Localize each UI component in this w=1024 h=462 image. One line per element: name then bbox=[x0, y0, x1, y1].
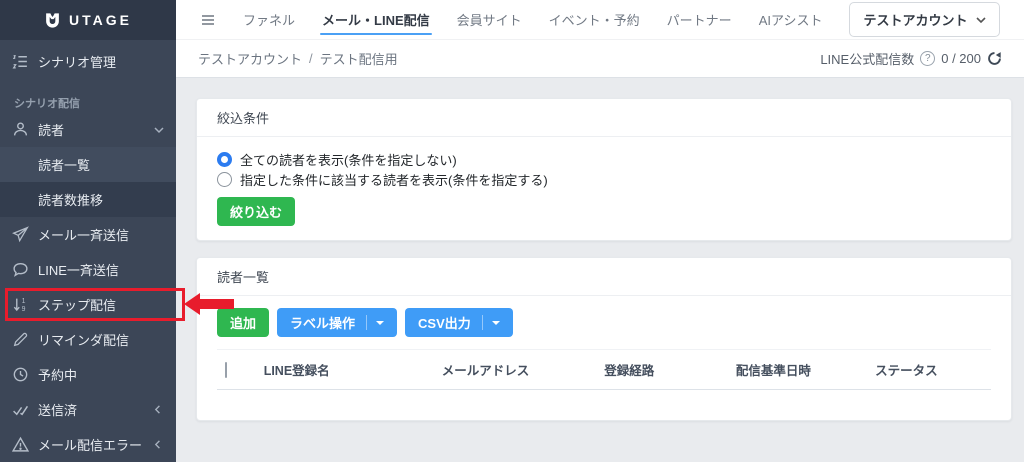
sidebar-item-mail-delivery-error[interactable]: メール配信エラー bbox=[0, 427, 176, 462]
sidebar-item-mail-broadcast[interactable]: メール一斉送信 bbox=[0, 217, 176, 252]
sidebar: UTAGE シナリオ管理 シナリオ配信 読者 読者一覧 読者数推移 bbox=[0, 0, 176, 462]
sidebar-item-scheduled[interactable]: 予約中 bbox=[0, 357, 176, 392]
table-header-row: LINE登録名 メールアドレス 登録経路 配信基準日時 ステータス bbox=[217, 350, 991, 390]
line-quota: LINE公式配信数 0 / 200 bbox=[820, 49, 1002, 68]
radio-all-readers[interactable]: 全ての読者を表示(条件を指定しない) bbox=[217, 149, 991, 169]
readers-panel: 読者一覧 追加 ラベル操作 CSV出力 bbox=[196, 257, 1012, 421]
caret-down-icon bbox=[376, 321, 384, 325]
sidebar-item-label: リマインダ配信 bbox=[38, 330, 129, 349]
sidebar-item-line-broadcast[interactable]: LINE一斉送信 bbox=[0, 252, 176, 287]
quota-value: 0 / 200 bbox=[941, 51, 981, 66]
sidebar-item-step-delivery[interactable]: 1 9 ステップ配信 bbox=[0, 287, 176, 322]
tab-ai-assist[interactable]: AIアシスト bbox=[759, 0, 823, 40]
tab-funnel[interactable]: ファネル bbox=[243, 0, 295, 40]
refresh-icon[interactable] bbox=[987, 51, 1002, 66]
breadcrumb-current: テスト配信用 bbox=[320, 49, 398, 68]
hamburger-icon[interactable] bbox=[200, 12, 216, 28]
top-navbar: ファネル メール・LINE配信 会員サイト イベント・予約 パートナー AIアシ… bbox=[176, 0, 1024, 40]
tab-event-booking[interactable]: イベント・予約 bbox=[549, 0, 640, 40]
sidebar-item-label: メール配信エラー bbox=[38, 435, 142, 454]
filter-panel-title: 絞込条件 bbox=[197, 99, 1011, 137]
radio-icon[interactable] bbox=[217, 152, 232, 167]
sidebar-item-label: ステップ配信 bbox=[38, 295, 116, 314]
filter-panel: 絞込条件 全ての読者を表示(条件を指定しない) 指定した条件に該当する読者を表示… bbox=[196, 98, 1012, 241]
send-icon bbox=[12, 226, 29, 243]
ordered-list-icon bbox=[12, 53, 29, 70]
label-operations-dropdown-button[interactable]: ラベル操作 bbox=[277, 308, 397, 337]
radio-filtered-readers[interactable]: 指定した条件に該当する読者を表示(条件を指定する) bbox=[217, 169, 991, 189]
col-email: メールアドレス bbox=[434, 350, 597, 390]
chevron-down-icon bbox=[154, 125, 164, 135]
user-icon bbox=[12, 121, 29, 138]
chat-bubble-icon bbox=[12, 261, 29, 278]
pencil-icon bbox=[12, 331, 29, 348]
radio-label: 全ての読者を表示(条件を指定しない) bbox=[240, 150, 457, 169]
sidebar-section-label: シナリオ配信 bbox=[0, 82, 176, 112]
account-name: テストアカウント bbox=[863, 10, 967, 29]
sidebar-item-label: シナリオ管理 bbox=[38, 52, 116, 71]
svg-text:1: 1 bbox=[22, 298, 26, 305]
add-reader-button[interactable]: 追加 bbox=[217, 308, 269, 337]
radio-label: 指定した条件に該当する読者を表示(条件を指定する) bbox=[240, 170, 548, 189]
col-status: ステータス bbox=[867, 350, 991, 390]
split-divider bbox=[366, 315, 367, 330]
tab-mail-line-delivery[interactable]: メール・LINE配信 bbox=[322, 0, 430, 40]
warning-icon bbox=[12, 436, 29, 453]
help-icon[interactable] bbox=[920, 51, 935, 66]
utage-logo-icon bbox=[44, 12, 61, 29]
sidebar-item-label: 予約中 bbox=[38, 365, 77, 384]
breadcrumb-account[interactable]: テストアカウント bbox=[198, 49, 302, 68]
account-dropdown-button[interactable]: テストアカウント bbox=[849, 2, 1000, 37]
sidebar-item-sent[interactable]: 送信済 bbox=[0, 392, 176, 427]
sidebar-item-label: 読者 bbox=[38, 120, 64, 139]
button-label: ラベル操作 bbox=[290, 313, 355, 332]
sidebar-item-label: メール一斉送信 bbox=[38, 225, 129, 244]
filter-submit-button[interactable]: 絞り込む bbox=[217, 197, 295, 226]
sidebar-item-scenario-management[interactable]: シナリオ管理 bbox=[0, 40, 176, 82]
logo: UTAGE bbox=[0, 0, 176, 40]
radio-icon[interactable] bbox=[217, 172, 232, 187]
sidebar-item-reminder-delivery[interactable]: リマインダ配信 bbox=[0, 322, 176, 357]
readers-toolbar: 追加 ラベル操作 CSV出力 bbox=[217, 308, 991, 337]
chevron-left-icon bbox=[154, 405, 164, 415]
col-registration-route: 登録経路 bbox=[596, 350, 728, 390]
sidebar-item-reader-count-trend[interactable]: 読者数推移 bbox=[0, 182, 176, 217]
readers-table: LINE登録名 メールアドレス 登録経路 配信基準日時 ステータス bbox=[217, 349, 991, 420]
svg-text:9: 9 bbox=[22, 306, 26, 313]
sort-numeric-icon: 1 9 bbox=[12, 296, 29, 313]
sidebar-item-label: LINE一斉送信 bbox=[38, 260, 119, 279]
logo-text: UTAGE bbox=[69, 12, 132, 28]
sidebar-item-readers[interactable]: 読者 bbox=[0, 112, 176, 147]
tab-member-site[interactable]: 会員サイト bbox=[457, 0, 522, 40]
select-all-checkbox[interactable] bbox=[225, 362, 227, 378]
breadcrumb-separator: / bbox=[309, 51, 313, 66]
split-divider bbox=[482, 315, 483, 330]
caret-down-icon bbox=[492, 321, 500, 325]
readers-panel-title: 読者一覧 bbox=[197, 258, 1011, 296]
sidebar-item-label: 読者数推移 bbox=[38, 190, 103, 209]
sidebar-item-label: 読者一覧 bbox=[38, 155, 90, 174]
col-line-name: LINE登録名 bbox=[256, 350, 434, 390]
clock-icon bbox=[12, 366, 29, 383]
main-content: 絞込条件 全ての読者を表示(条件を指定しない) 指定した条件に該当する読者を表示… bbox=[176, 78, 1024, 462]
chevron-down-icon bbox=[976, 15, 986, 25]
quota-label: LINE公式配信数 bbox=[820, 49, 914, 68]
sidebar-item-reader-list[interactable]: 読者一覧 bbox=[0, 147, 176, 182]
chevron-left-icon bbox=[154, 440, 164, 450]
sidebar-item-label: 送信済 bbox=[38, 400, 77, 419]
double-check-icon bbox=[12, 401, 29, 418]
csv-export-dropdown-button[interactable]: CSV出力 bbox=[405, 308, 513, 337]
tab-partner[interactable]: パートナー bbox=[667, 0, 732, 40]
button-label: CSV出力 bbox=[418, 313, 471, 332]
empty-table-area bbox=[217, 390, 991, 420]
breadcrumb-bar: テストアカウント / テスト配信用 LINE公式配信数 0 / 200 bbox=[176, 40, 1024, 78]
col-delivery-base-datetime: 配信基準日時 bbox=[728, 350, 867, 390]
